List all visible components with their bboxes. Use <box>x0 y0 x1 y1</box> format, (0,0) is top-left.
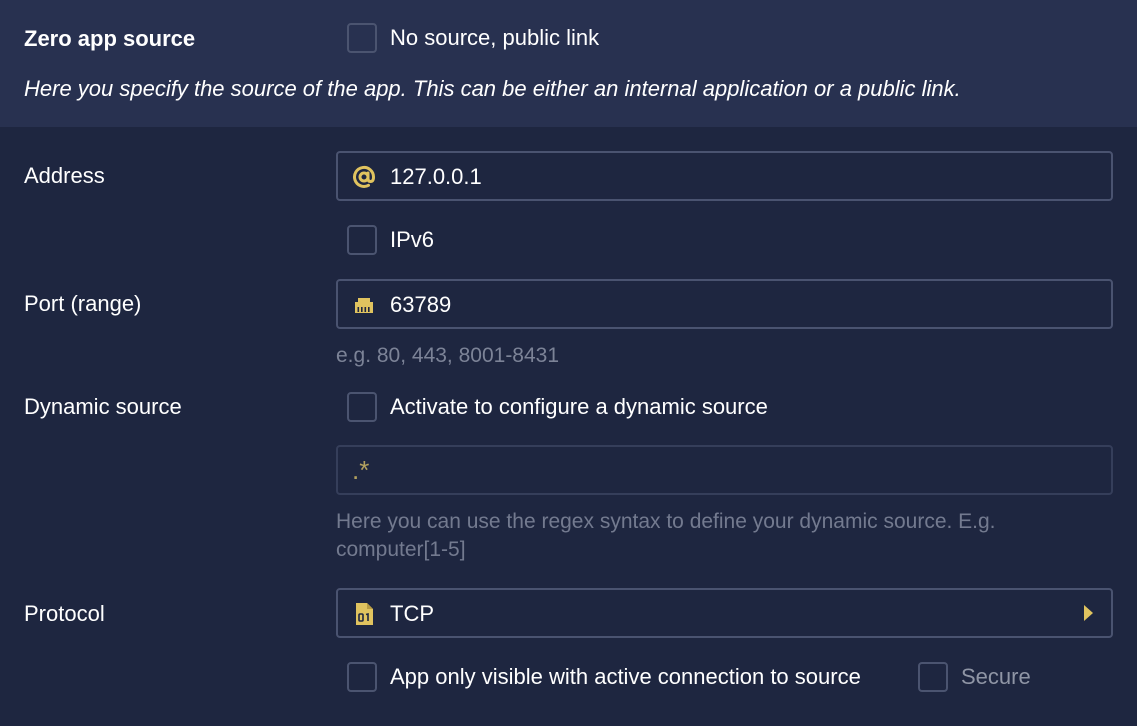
dynamic-source-checkbox[interactable] <box>347 392 377 422</box>
at-icon <box>353 165 376 188</box>
dynamic-source-placeholder: .* <box>352 455 370 485</box>
address-value: 127.0.0.1 <box>390 164 482 189</box>
visibility-checkbox-label[interactable]: App only visible with active connection … <box>390 664 861 690</box>
dynamic-source-hint: Here you can use the regex syntax to def… <box>336 510 996 561</box>
zero-app-source-label: Zero app source <box>24 26 196 51</box>
address-input[interactable]: 127.0.0.1 <box>336 151 1113 201</box>
ipv6-checkbox-label[interactable]: IPv6 <box>390 227 434 253</box>
secure-checkbox-label[interactable]: Secure <box>961 664 1031 690</box>
address-label: Address <box>24 163 105 188</box>
ethernet-port-icon <box>355 298 373 313</box>
caret-right-icon <box>1084 605 1093 621</box>
port-input[interactable]: 63789 <box>336 279 1113 329</box>
ipv6-checkbox[interactable] <box>347 225 377 255</box>
no-source-checkbox[interactable] <box>347 23 377 53</box>
protocol-value: TCP <box>390 601 434 626</box>
port-value: 63789 <box>390 292 452 317</box>
dynamic-source-input[interactable]: .* <box>336 445 1113 495</box>
port-hint: e.g. 80, 443, 8001-8431 <box>336 344 560 367</box>
dynamic-source-checkbox-label[interactable]: Activate to configure a dynamic source <box>390 394 768 420</box>
zero-app-source-section <box>0 0 1137 127</box>
protocol-select[interactable]: TCP <box>336 588 1113 638</box>
protocol-label: Protocol <box>24 601 105 626</box>
port-label: Port (range) <box>24 291 142 316</box>
dynamic-source-label: Dynamic source <box>24 394 182 419</box>
secure-checkbox[interactable] <box>918 662 948 692</box>
binary-file-icon <box>356 603 373 625</box>
zero-app-source-description: Here you specify the source of the app. … <box>24 76 961 101</box>
no-source-checkbox-label[interactable]: No source, public link <box>390 25 599 51</box>
visibility-checkbox[interactable] <box>347 662 377 692</box>
